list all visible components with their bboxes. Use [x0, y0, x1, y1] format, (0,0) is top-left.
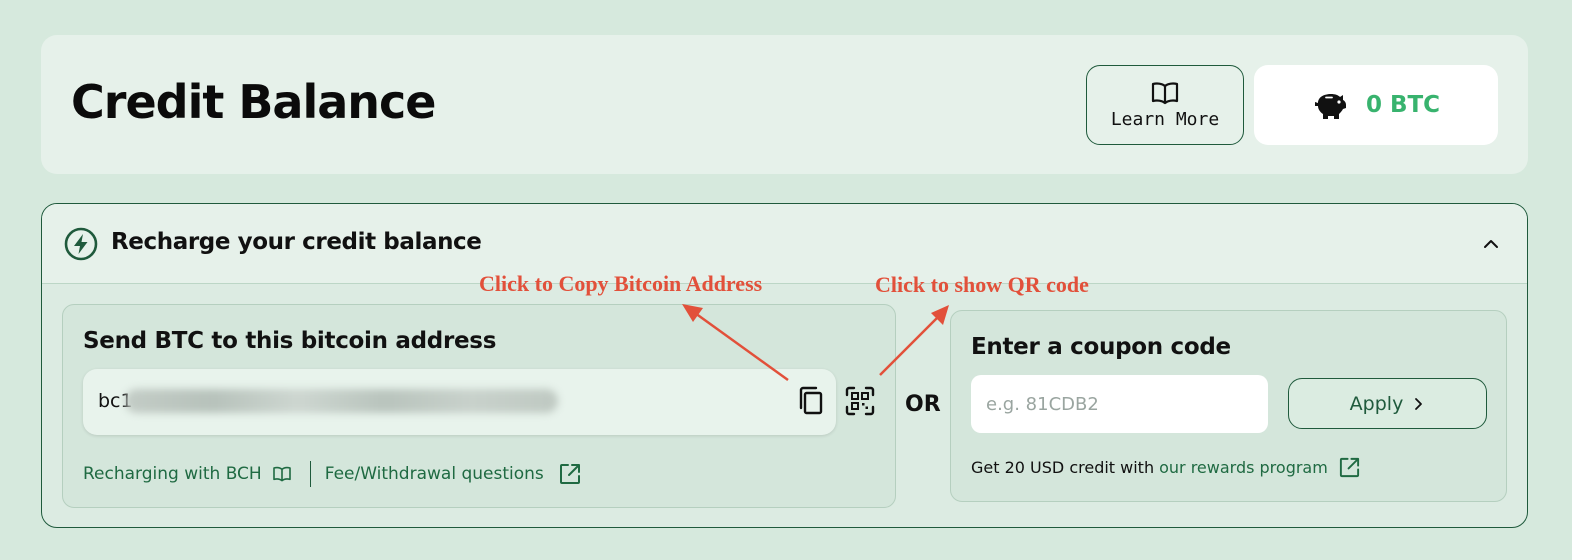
btc-card-title: Send BTC to this bitcoin address	[83, 328, 497, 354]
recharge-title: Recharge your credit balance	[111, 229, 482, 255]
qr-code-icon[interactable]	[845, 386, 875, 416]
rewards-link-label: our rewards program	[1159, 458, 1328, 477]
header-card: Credit Balance Learn More 0 BTC	[41, 35, 1528, 174]
learn-more-label: Learn More	[1110, 108, 1220, 130]
btc-address-card: Send BTC to this bitcoin address bc1 Rec…	[62, 304, 896, 508]
piggy-bank-icon	[1314, 94, 1346, 119]
coupon-footer: Get 20 USD credit with our rewards progr…	[971, 456, 1361, 479]
coupon-input[interactable]	[971, 375, 1268, 433]
recharging-with-bch-link[interactable]: Recharging with BCH	[83, 464, 292, 484]
apply-button[interactable]: Apply	[1288, 378, 1487, 429]
fee-link-label: Fee/Withdrawal questions	[324, 464, 544, 484]
lightning-icon	[64, 227, 98, 261]
external-link-icon	[1339, 457, 1359, 478]
book-icon	[1151, 81, 1179, 104]
chevron-up-icon[interactable]	[1479, 232, 1503, 256]
book-icon	[272, 466, 291, 482]
chevron-right-icon	[1415, 397, 1423, 410]
balance-value: 0 BTC	[1365, 92, 1441, 118]
link-divider	[309, 461, 311, 487]
bch-link-label: Recharging with BCH	[83, 464, 262, 484]
address-redacted	[125, 389, 558, 413]
recharge-panel: Recharge your credit balance Send BTC to…	[41, 203, 1528, 528]
annotation-qr: Click to show QR code	[875, 272, 1089, 297]
fee-withdrawal-link[interactable]: Fee/Withdrawal questions	[325, 462, 582, 486]
copy-icon[interactable]	[796, 385, 826, 417]
annotation-copy: Click to Copy Bitcoin Address	[479, 271, 763, 296]
balance-display: 0 BTC	[1254, 65, 1498, 145]
coupon-card: Enter a coupon code Apply Get 20 USD cre…	[950, 310, 1507, 502]
coupon-title: Enter a coupon code	[971, 334, 1231, 360]
page-title: Credit Balance	[71, 75, 436, 129]
learn-more-button[interactable]: Learn More	[1086, 65, 1244, 145]
rewards-program-link[interactable]: our rewards program	[1159, 456, 1361, 479]
recharge-header[interactable]: Recharge your credit balance	[42, 204, 1527, 284]
coupon-footer-text: Get 20 USD credit with	[971, 458, 1155, 477]
or-separator: OR	[905, 392, 941, 417]
bitcoin-address-field[interactable]: bc1	[83, 369, 836, 435]
apply-label: Apply	[1349, 392, 1404, 415]
external-link-icon	[559, 464, 580, 484]
btc-help-links: Recharging with BCH Fee/Withdrawal quest…	[83, 461, 582, 487]
